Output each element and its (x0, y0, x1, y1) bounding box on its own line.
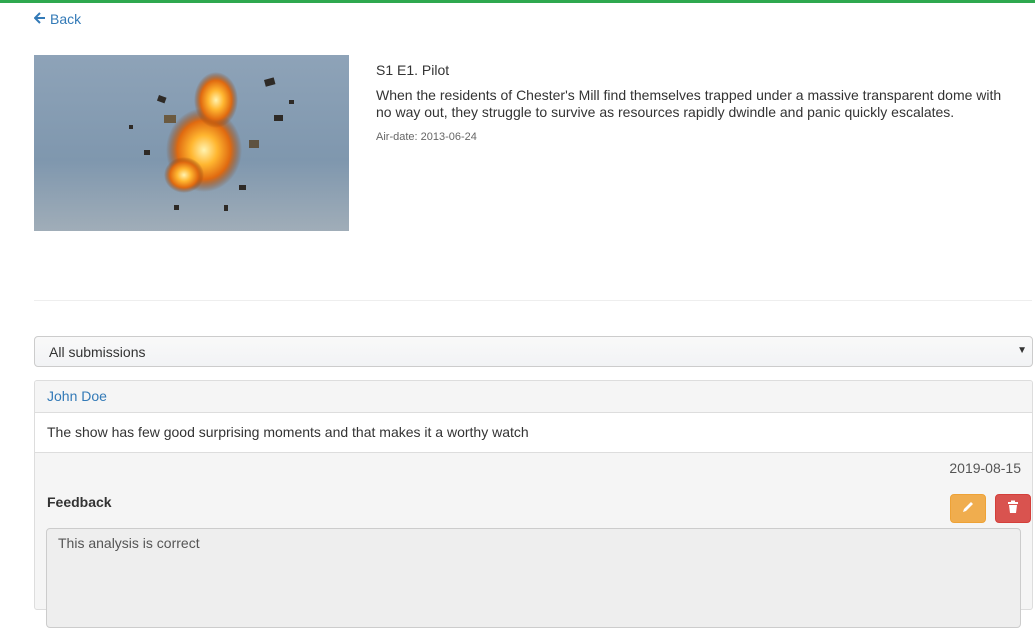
submission-heading: John Doe (35, 381, 1032, 413)
delete-button[interactable] (995, 494, 1031, 523)
submission-date: 2019-08-15 (949, 460, 1021, 476)
divider (34, 300, 1032, 301)
episode-thumbnail (34, 55, 349, 231)
pencil-icon (961, 500, 975, 517)
submission-filter-select[interactable]: All submissions ▼ (34, 336, 1033, 367)
arrow-left-icon (33, 12, 46, 26)
edit-button[interactable] (950, 494, 986, 523)
trash-icon (1006, 500, 1020, 517)
feedback-label: Feedback (47, 494, 112, 510)
episode-title: S1 E1. Pilot (376, 62, 450, 78)
select-value: All submissions (49, 343, 146, 360)
author-link[interactable]: John Doe (47, 388, 107, 404)
caret-down-icon: ▼ (1017, 345, 1027, 356)
episode-info: S1 E1. Pilot When the residents of Chest… (376, 62, 1016, 144)
back-label: Back (50, 11, 82, 27)
submission-text: The show has few good surprising moments… (35, 413, 1032, 453)
feedback-textarea[interactable]: This analysis is correct (46, 528, 1021, 628)
episode-air-date: Air-date: 2013-06-24 (376, 131, 477, 143)
top-accent-bar (0, 0, 1035, 3)
back-link[interactable]: Back (33, 11, 82, 27)
episode-description: When the residents of Chester's Mill fin… (376, 87, 1002, 120)
